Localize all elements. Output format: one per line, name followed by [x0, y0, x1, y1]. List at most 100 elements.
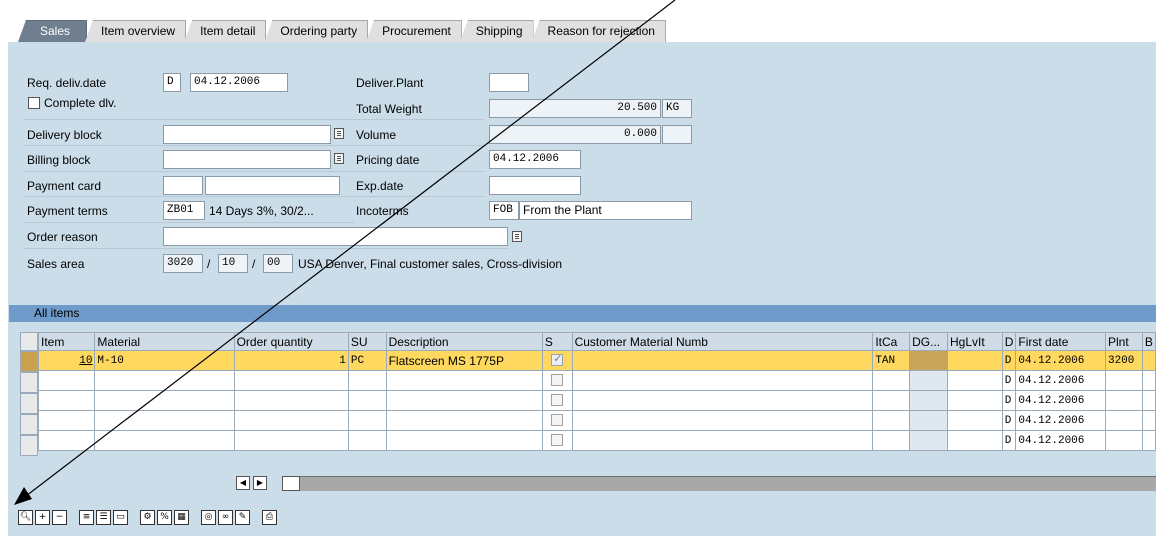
customer-material-cell[interactable] [571, 370, 874, 391]
row-selector[interactable] [20, 435, 38, 456]
payment-terms-code-field[interactable]: ZB01 [163, 201, 205, 220]
scroll-thumb[interactable] [282, 476, 300, 491]
description-cell[interactable] [385, 430, 543, 451]
su-cell[interactable]: PC [347, 350, 387, 371]
exp-date-field[interactable] [489, 176, 581, 195]
material-cell[interactable] [94, 430, 235, 451]
billing-block-field[interactable] [163, 150, 331, 169]
s-cell[interactable] [541, 430, 573, 451]
item-cell[interactable]: 10 [37, 350, 96, 371]
column-header-material[interactable]: Material [94, 332, 235, 351]
payment-card-number-field[interactable] [205, 176, 340, 195]
tab-shipping[interactable]: Shipping [459, 20, 534, 42]
b-cell[interactable] [1141, 350, 1156, 371]
s-cell[interactable] [541, 370, 573, 391]
material-cell[interactable] [94, 390, 235, 411]
incoterms-text-field[interactable]: From the Plant [519, 201, 692, 220]
first-date-cell[interactable]: 04.12.2006 [1015, 350, 1106, 371]
configuration-icon[interactable]: ⚙ [140, 510, 155, 525]
payment-card-type-field[interactable] [163, 176, 203, 195]
batch-determination-icon[interactable]: ∞ [218, 510, 233, 525]
column-header-plnt[interactable]: Plnt [1104, 332, 1143, 351]
s-cell[interactable] [541, 350, 573, 371]
tab-procurement[interactable]: Procurement [366, 20, 462, 42]
select-block-icon[interactable]: ☰ [96, 510, 111, 525]
column-header-d[interactable]: D [1001, 332, 1017, 351]
column-header-su[interactable]: SU [347, 332, 387, 351]
schedule-lines-icon[interactable]: ▦ [174, 510, 189, 525]
b-cell[interactable] [1141, 370, 1156, 391]
column-header-description[interactable]: Description [385, 332, 543, 351]
s-cell[interactable] [541, 390, 573, 411]
d-cell[interactable]: D [1001, 410, 1017, 431]
itca-cell[interactable]: TAN [872, 350, 911, 371]
tab-reason-for-rejection[interactable]: Reason for rejection [531, 20, 666, 42]
delete-row-icon[interactable]: − [52, 510, 67, 525]
delivery-block-field[interactable] [163, 125, 331, 144]
itca-cell[interactable] [872, 370, 911, 391]
item-cell[interactable] [37, 370, 96, 391]
quantity-cell[interactable] [233, 370, 349, 391]
description-cell[interactable] [385, 390, 543, 411]
customer-material-cell[interactable] [571, 430, 874, 451]
quantity-cell[interactable] [233, 410, 349, 431]
select-all-icon[interactable]: ≡ [79, 510, 94, 525]
customer-material-cell[interactable] [571, 390, 874, 411]
column-header-itca[interactable]: ItCa [872, 332, 911, 351]
itca-cell[interactable] [872, 410, 911, 431]
plant-cell[interactable] [1104, 430, 1143, 451]
first-date-cell[interactable]: 04.12.2006 [1015, 430, 1106, 451]
b-cell[interactable] [1141, 390, 1156, 411]
material-cell[interactable]: M-10 [94, 350, 235, 371]
column-header-b[interactable]: B [1141, 332, 1156, 351]
su-cell[interactable] [347, 410, 387, 431]
deliver-plant-field[interactable] [489, 73, 529, 92]
column-header-dg[interactable]: DG... [909, 332, 948, 351]
b-cell[interactable] [1141, 410, 1156, 431]
change-icon[interactable]: ✎ [235, 510, 250, 525]
s-checkbox[interactable] [551, 374, 564, 387]
quantity-cell[interactable]: 1 [233, 350, 349, 371]
quantity-cell[interactable] [233, 390, 349, 411]
plant-cell[interactable] [1104, 370, 1143, 391]
order-reason-field[interactable] [163, 227, 508, 246]
hglvit-cell[interactable] [947, 350, 1003, 371]
column-header-first-date[interactable]: First date [1015, 332, 1106, 351]
table-row[interactable]: D 04.12.2006 [37, 370, 1156, 391]
first-date-cell[interactable]: 04.12.2006 [1015, 410, 1106, 431]
d-cell[interactable]: D [1001, 430, 1017, 451]
d-cell[interactable]: D [1001, 390, 1017, 411]
delivery-block-dropdown-icon[interactable] [334, 128, 344, 139]
scroll-left-icon[interactable]: ◀ [236, 476, 250, 490]
req-deliv-type-field[interactable]: D [163, 73, 181, 92]
row-selector[interactable] [20, 414, 38, 435]
description-cell[interactable]: Flatscreen MS 1775P [385, 350, 543, 371]
su-cell[interactable] [347, 390, 387, 411]
hglvit-cell[interactable] [947, 430, 1003, 451]
table-row[interactable]: 10 M-10 1 PC Flatscreen MS 1775P TAN D 0… [37, 350, 1156, 371]
row-selector[interactable] [20, 372, 38, 393]
customer-material-cell[interactable] [571, 350, 874, 371]
b-cell[interactable] [1141, 430, 1156, 451]
row-selector[interactable] [20, 351, 38, 372]
column-header-hglvit[interactable]: HgLvIt [947, 332, 1003, 351]
column-header-customer-material[interactable]: Customer Material Numb [571, 332, 874, 351]
plant-cell[interactable]: 3200 [1104, 350, 1143, 371]
material-cell[interactable] [94, 410, 235, 431]
details-icon[interactable]: 🔍︎ [18, 510, 33, 525]
column-header-order-quantity[interactable]: Order quantity [233, 332, 349, 351]
incoterms-code-field[interactable]: FOB [489, 201, 519, 220]
hglvit-cell[interactable] [947, 410, 1003, 431]
su-cell[interactable] [347, 430, 387, 451]
tab-item-detail[interactable]: Item detail [184, 20, 267, 42]
customer-material-cell[interactable] [571, 410, 874, 431]
table-row[interactable]: D 04.12.2006 [37, 390, 1156, 411]
plant-cell[interactable] [1104, 390, 1143, 411]
first-date-cell[interactable]: 04.12.2006 [1015, 370, 1106, 391]
column-header-s[interactable]: S [541, 332, 573, 351]
d-cell[interactable]: D [1001, 370, 1017, 391]
description-cell[interactable] [385, 410, 543, 431]
row-selector[interactable] [20, 393, 38, 414]
s-checkbox[interactable] [551, 394, 564, 407]
tab-ordering-party[interactable]: Ordering party [264, 20, 369, 42]
